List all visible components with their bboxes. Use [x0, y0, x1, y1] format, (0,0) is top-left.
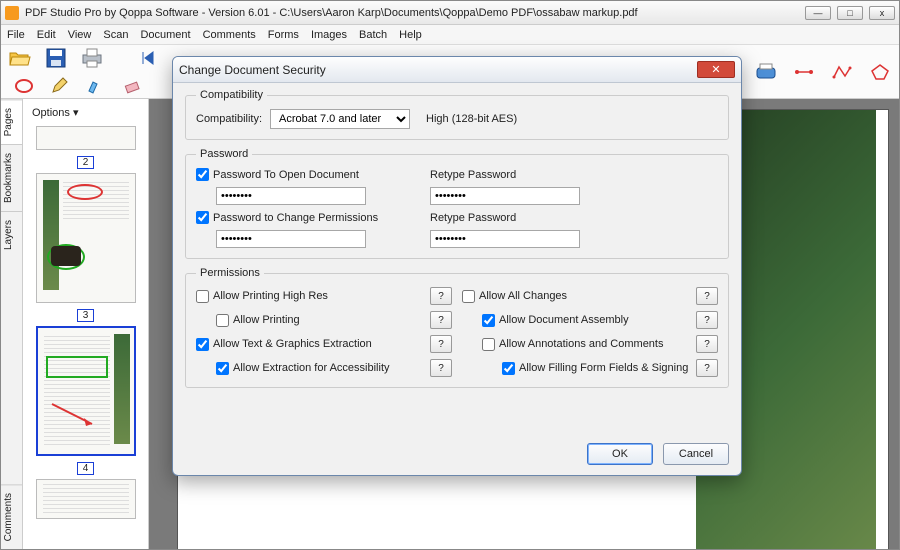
dialog-close-button[interactable]: ✕ — [697, 61, 735, 78]
cancel-button[interactable]: Cancel — [663, 443, 729, 465]
pwd-retype2-label: Retype Password — [430, 211, 640, 224]
perm-doc-assembly[interactable]: Allow Document Assembly — [482, 314, 629, 327]
dialog-buttons: OK Cancel — [173, 437, 741, 475]
security-dialog: Change Document Security ✕ Compatibility… — [172, 56, 742, 476]
password-group: Password Password To Open Document Retyp… — [185, 148, 729, 259]
pwd-change-check[interactable]: Password to Change Permissions — [196, 211, 406, 224]
help-all-changes[interactable]: ? — [696, 287, 718, 305]
dialog-title: Change Document Security — [179, 63, 326, 77]
help-doc-assembly[interactable]: ? — [696, 311, 718, 329]
pwd-change-input[interactable] — [216, 230, 366, 248]
compatibility-group: Compatibility Compatibility: Acrobat 7.0… — [185, 89, 729, 140]
help-form-fill[interactable]: ? — [696, 359, 718, 377]
pwd-retype1-input[interactable] — [430, 187, 580, 205]
dialog-overlay: Change Document Security ✕ Compatibility… — [0, 0, 900, 550]
perm-annotations[interactable]: Allow Annotations and Comments — [482, 338, 663, 351]
help-annotations[interactable]: ? — [696, 335, 718, 353]
compat-legend: Compatibility — [196, 89, 267, 101]
perm-form-fill[interactable]: Allow Filling Form Fields & Signing — [502, 362, 688, 375]
compat-select[interactable]: Acrobat 7.0 and later — [270, 109, 410, 129]
help-accessibility[interactable]: ? — [430, 359, 452, 377]
perm-print[interactable]: Allow Printing — [216, 314, 300, 327]
help-text-extract[interactable]: ? — [430, 335, 452, 353]
help-print-high[interactable]: ? — [430, 287, 452, 305]
pwd-open-check[interactable]: Password To Open Document — [196, 168, 406, 181]
password-legend: Password — [196, 148, 252, 160]
compat-label: Compatibility: — [196, 113, 262, 125]
ok-button[interactable]: OK — [587, 443, 653, 465]
help-print[interactable]: ? — [430, 311, 452, 329]
dialog-titlebar: Change Document Security ✕ — [173, 57, 741, 83]
perm-text-extract[interactable]: Allow Text & Graphics Extraction — [196, 338, 372, 351]
pwd-open-input[interactable] — [216, 187, 366, 205]
perm-all-changes[interactable]: Allow All Changes — [462, 290, 567, 303]
pwd-retype2-input[interactable] — [430, 230, 580, 248]
dialog-body: Compatibility Compatibility: Acrobat 7.0… — [173, 83, 741, 437]
pwd-retype1-label: Retype Password — [430, 168, 640, 181]
permissions-group: Permissions Allow Printing High Res? All… — [185, 267, 729, 388]
permissions-legend: Permissions — [196, 267, 264, 279]
perm-accessibility[interactable]: Allow Extraction for Accessibility — [216, 362, 390, 375]
perm-print-high[interactable]: Allow Printing High Res — [196, 290, 328, 303]
compat-level: High (128-bit AES) — [426, 113, 517, 125]
